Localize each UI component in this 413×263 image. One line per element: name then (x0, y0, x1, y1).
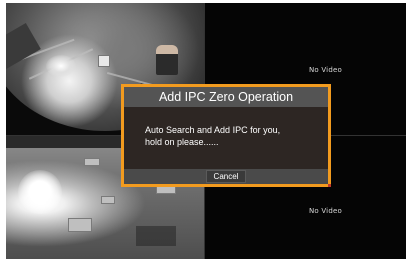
no-video-label: No Video (309, 207, 342, 215)
dialog-message-line: Auto Search and Add IPC for you, (145, 125, 281, 135)
dialog-footer: Cancel (124, 169, 328, 184)
dialog-message-line: hold on please...... (145, 137, 219, 147)
no-video-label: No Video (309, 66, 342, 74)
dialog-title: Add IPC Zero Operation (158, 90, 294, 104)
resize-handle (328, 184, 331, 187)
dialog-title-bar: Add IPC Zero Operation (124, 87, 328, 107)
add-ipc-zero-operation-dialog: Add IPC Zero Operation Auto Search and A… (121, 84, 331, 187)
dialog-message: Auto Search and Add IPC for you, hold on… (145, 124, 320, 148)
dialog-body: Auto Search and Add IPC for you, hold on… (124, 107, 328, 169)
cancel-button[interactable]: Cancel (206, 170, 246, 183)
